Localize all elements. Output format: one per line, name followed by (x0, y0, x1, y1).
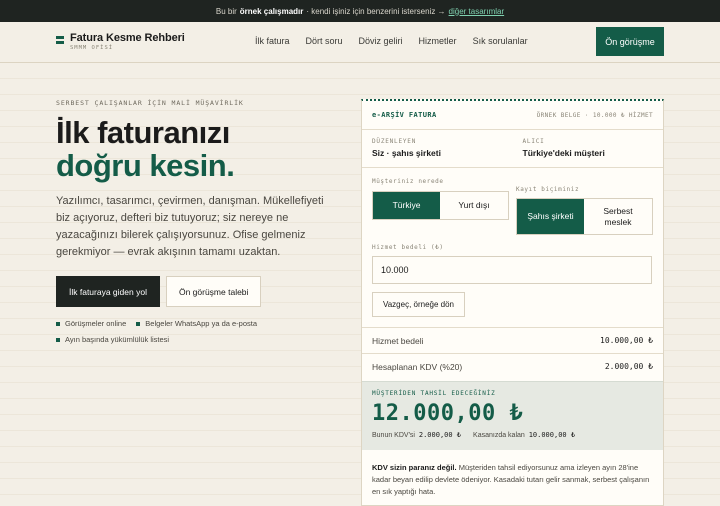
invoice-card: e-ARŞİV FATURA ÖRNEK BELGE · 10.000 ₺ Hİ… (361, 99, 664, 506)
bullet-square-icon (56, 321, 60, 326)
invoice-meta: ÖRNEK BELGE · 10.000 ₺ HİZMET (536, 111, 653, 119)
invoice-type: e-ARŞİV FATURA (372, 111, 437, 119)
customer-location-toggle: Türkiye Yurt dışı (372, 191, 509, 220)
logo-mark-icon (56, 36, 64, 44)
option-turkiye[interactable]: Türkiye (373, 192, 440, 219)
invoice-card-header: e-ARŞİV FATURA ÖRNEK BELGE · 10.000 ₺ Hİ… (362, 101, 663, 130)
site-header: Fatura Kesme Rehberi SMMM OFİSİ İlk fatu… (0, 22, 720, 63)
buyer: ALICI Türkiye'deki müşteri (522, 138, 605, 158)
first-invoice-path-button[interactable]: İlk faturaya giden yol (56, 276, 160, 307)
vat-row: Hesaplanan KDV (%20) 2.000,00 ₺ (362, 353, 663, 379)
hero-eyebrow: SERBEST ÇALIŞANLAR İÇİN MALİ MÜŞAVİRLİK (56, 99, 244, 107)
total-value: 12.000,00 ₺ (372, 401, 524, 426)
meeting-request-button[interactable]: Ön görüşme talebi (165, 276, 262, 307)
customer-location-label: Müşteriniz nerede (372, 178, 444, 185)
hero-title-line2: doğru kesin. (56, 148, 235, 183)
list-item: Ayın başında yükümlülük listesi (56, 335, 169, 344)
list-item: Görüşmeler online (56, 319, 126, 328)
hero-section: SERBEST ÇALIŞANLAR İÇİN MALİ MÜŞAVİRLİK … (56, 99, 336, 351)
vat-note-bold: KDV sizin paranız değil. (372, 463, 457, 472)
brand-title: Fatura Kesme Rehberi (70, 32, 185, 44)
hero-title-line1: İlk faturanızı (56, 115, 230, 150)
pre-meeting-button[interactable]: Ön görüşme (596, 27, 664, 56)
feature-bullets: Görüşmeler online Belgeler WhatsApp ya d… (56, 319, 336, 344)
total-breakdown: Bunun KDV'si 2.000,00 ₺ Kasanızda kalan … (372, 431, 576, 439)
hero-lead: Yazılımcı, tasarımcı, çevirmen, danışman… (56, 195, 324, 258)
bullet-square-icon (136, 321, 141, 326)
list-item: Belgeler WhatsApp ya da e-posta (136, 319, 257, 328)
nav-item-four-questions[interactable]: Dört soru (306, 36, 343, 46)
vat-note: KDV sizin paranız değil. Müşteriden tahs… (372, 462, 654, 498)
main-nav: İlk fatura Dört soru Döviz geliri Hizmet… (255, 36, 528, 46)
nav-item-services[interactable]: Hizmetler (419, 36, 457, 46)
total-panel: MÜŞTERİDEN TAHSİL EDECEĞİNİZ 12.000,00 ₺… (362, 381, 663, 450)
nav-item-faq[interactable]: Sık sorulanlar (473, 36, 528, 46)
announcement-prefix: Bu bir (215, 6, 237, 16)
nav-item-first-invoice[interactable]: İlk fatura (255, 36, 290, 46)
amount-input[interactable]: 10.000 (372, 256, 652, 284)
registration-label: Kayıt biçiminiz (516, 186, 580, 193)
announcement-bar: Bu bir örnek çalışmadır · kendi işiniz i… (0, 0, 720, 22)
invoice-parties: DÜZENLEYEN Siz · şahıs şirketi ALICI Tür… (362, 130, 663, 168)
option-sole-proprietorship[interactable]: Şahıs şirketi (517, 199, 584, 234)
bullet-square-icon (56, 337, 60, 342)
other-designs-link[interactable]: diğer tasarımlar (449, 7, 505, 16)
announcement-bold: örnek çalışmadır (239, 6, 304, 16)
nav-item-foreign-income[interactable]: Döviz geliri (359, 36, 403, 46)
option-freelance[interactable]: Serbest meslek (584, 199, 652, 234)
hero-buttons: İlk faturaya giden yol Ön görüşme talebi (56, 276, 336, 307)
brand-logo[interactable]: Fatura Kesme Rehberi SMMM OFİSİ (56, 32, 185, 51)
total-label: MÜŞTERİDEN TAHSİL EDECEĞİNİZ (372, 390, 496, 397)
service-fee-row: Hizmet bedeli 10.000,00 ₺ (362, 327, 663, 353)
announcement-middle: · kendi işiniz için benzerini isterseniz… (306, 6, 446, 16)
brand-subtitle: SMMM OFİSİ (70, 45, 114, 51)
amount-label: Hizmet bedeli (₺) (372, 244, 444, 251)
registration-toggle: Şahıs şirketi Serbest meslek (516, 198, 653, 235)
option-abroad[interactable]: Yurt dışı (440, 192, 508, 219)
issuer: DÜZENLEYEN Siz · şahıs şirketi (372, 138, 441, 158)
reset-button[interactable]: Vazgeç, örneğe dön (372, 292, 465, 317)
